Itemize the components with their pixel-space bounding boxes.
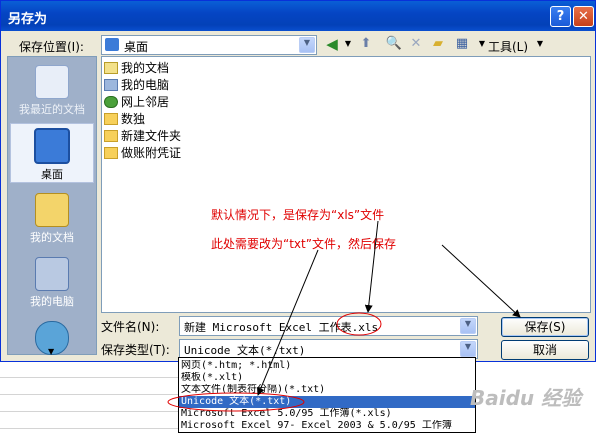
annotation-arrow [256,249,319,396]
watermark: Baidu 经验 [470,386,582,410]
annotation-circle [167,392,305,412]
annotation-arrow [441,244,521,318]
annotation-circle [336,312,382,336]
annotation-arrow [364,220,379,313]
annotation-overlay [167,220,521,412]
